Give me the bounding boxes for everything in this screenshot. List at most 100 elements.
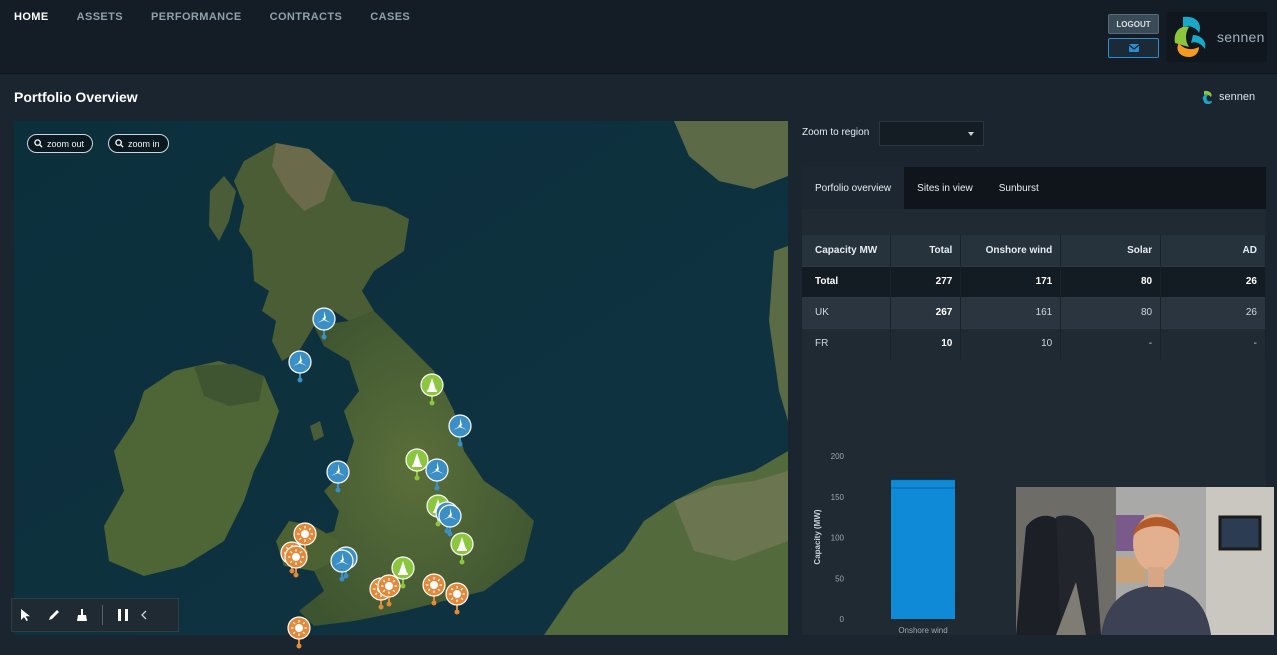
pencil-icon [49,610,59,620]
map-toolbar [11,598,179,632]
cursor-icon [21,609,30,621]
zoom-in-button[interactable]: zoom in [108,134,169,153]
webcam-overlay [1016,487,1274,635]
table-row: FR 10 10 - - [802,327,1266,359]
region-select[interactable] [879,121,984,146]
solar-icon [284,545,308,578]
wind-icon [448,414,472,447]
table-cell: 26 [1160,265,1266,297]
table-cell: FR [802,327,892,359]
small-brand-text: sennen [1219,91,1256,103]
tab-sunburst[interactable]: Sunburst [986,167,1052,209]
table-cell: 277 [890,265,962,297]
page-title: Portfolio Overview [14,89,138,105]
tab-sites-in-view[interactable]: Sites in view [904,167,986,209]
tabs-bar: Porfolio overview Sites in view Sunburst [802,167,1266,209]
chevron-left-icon [141,610,147,620]
brand-logo: sennen [1166,12,1267,62]
ad-site-marker[interactable] [450,532,474,571]
brand-name: sennen [1217,29,1265,45]
select-tool[interactable] [12,601,40,629]
capacity-chart: 0 50 100 150 200 Capacity (MW) Onshore wind [813,452,955,635]
wind-site-marker[interactable] [312,307,336,346]
table-cell: 267 [890,296,962,328]
table-cell: 161 [960,296,1062,328]
wind-site-marker[interactable] [288,350,312,389]
solar-site-marker[interactable] [284,545,308,584]
table-row: UK 267 161 80 26 [802,296,1266,328]
ad-site-marker[interactable] [420,373,444,412]
pause-button[interactable] [109,601,137,629]
wind-site-marker[interactable] [330,549,354,588]
clear-tool[interactable] [68,601,96,629]
ad-icon [420,373,444,406]
solar-icon [445,582,469,615]
mail-icon [1128,44,1139,52]
small-brand: sennen [1200,89,1255,105]
solar-site-marker[interactable] [287,616,311,655]
main-nav: HOME ASSETS PERFORMANCE CONTRACTS CASES [14,11,438,23]
wind-icon [288,350,312,383]
zoom-region-label: Zoom to region [802,127,870,138]
bar-fr [891,479,955,488]
nav-home[interactable]: HOME [14,11,49,23]
top-bar: HOME ASSETS PERFORMANCE CONTRACTS CASES … [0,0,1277,74]
table-cell: 26 [1160,296,1266,328]
table-cell: 10 [890,327,962,359]
zoom-in-label: zoom in [128,138,160,149]
y-tick-label: 150 [831,493,845,502]
wind-icon [425,458,449,491]
wind-site-marker[interactable] [448,414,472,453]
y-tick-label: 200 [831,452,845,461]
wind-icon [326,460,350,493]
solar-icon [422,573,446,606]
table-cell: 171 [960,265,1062,297]
toolbar-divider [102,605,103,625]
search-icon [115,139,124,148]
table-cell: 10 [960,327,1062,359]
draw-tool[interactable] [40,601,68,629]
chevron-down-icon [968,132,974,136]
wind-site-marker[interactable] [425,458,449,497]
column-header[interactable]: Onshore wind [960,235,1062,266]
table-row: Total 277 171 80 26 [802,265,1266,297]
wind-site-marker[interactable] [326,460,350,499]
zoom-out-button[interactable]: zoom out [27,134,94,153]
sennen-logo-icon [1174,16,1206,57]
column-header[interactable]: AD [1160,235,1266,266]
tab-portfolio-overview[interactable]: Porfolio overview [802,167,905,209]
solar-site-marker[interactable] [445,582,469,621]
y-tick-label: 100 [831,534,845,543]
zoom-out-label: zoom out [47,138,85,149]
solar-site-marker[interactable] [422,573,446,612]
ad-icon [450,532,474,565]
nav-cases[interactable]: CASES [370,11,410,23]
bar-uk [891,487,955,619]
solar-icon [377,574,401,607]
mail-button[interactable] [1108,38,1159,58]
nav-assets[interactable]: ASSETS [77,11,123,23]
column-header[interactable]: Capacity MW [802,235,892,266]
table-cell: - [1160,327,1266,359]
y-tick-label: 50 [835,574,844,583]
logout-button[interactable]: LOGOUT [1108,14,1159,34]
wind-icon [312,307,336,340]
presenter-video-image [1016,487,1274,635]
nav-contracts[interactable]: CONTRACTS [270,11,343,23]
x-tick-label: Onshore wind [898,626,947,635]
solar-site-marker[interactable] [377,574,401,613]
sennen-small-logo-icon [1202,90,1212,104]
capacity-table: Capacity MW Total Onshore wind Solar AD … [802,235,1266,359]
table-cell: - [1060,327,1162,359]
pause-icon [118,609,128,621]
table-cell: UK [802,296,892,328]
column-header[interactable]: Total [890,235,962,266]
column-header[interactable]: Solar [1060,235,1162,266]
table-cell: 80 [1060,296,1162,328]
subheader [0,75,1277,121]
search-icon [34,139,43,148]
collapse-toolbar-button[interactable] [137,601,151,629]
y-axis-label: Capacity (MW) [813,509,822,564]
nav-performance[interactable]: PERFORMANCE [151,11,242,23]
table-cell: 80 [1060,265,1162,297]
